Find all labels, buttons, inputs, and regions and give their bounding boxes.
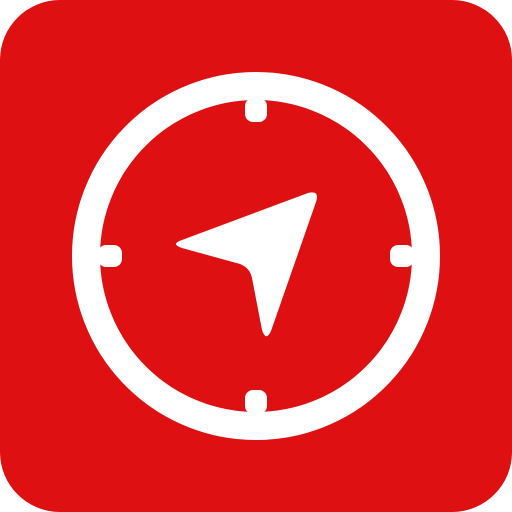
tick-west xyxy=(98,245,122,267)
tick-north xyxy=(245,98,267,122)
tick-south xyxy=(245,390,267,414)
tick-east xyxy=(390,245,414,267)
compass-app-icon-graphic xyxy=(0,0,512,512)
app-icon[interactable] xyxy=(0,0,512,512)
